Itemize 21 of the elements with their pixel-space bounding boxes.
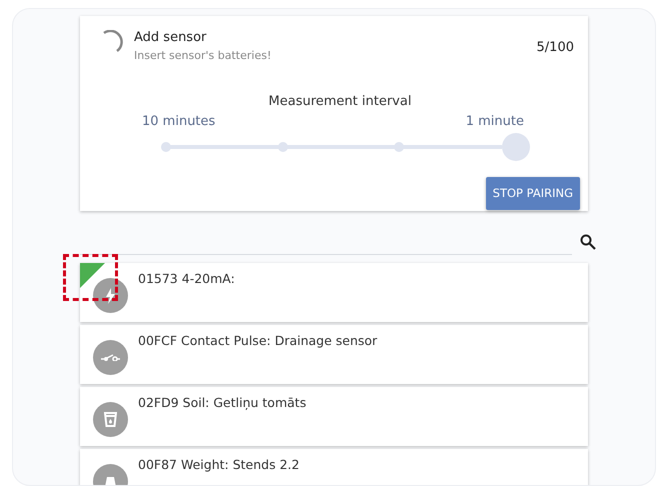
stop-pairing-button[interactable]: STOP PAIRING	[486, 177, 580, 210]
sensor-label: 01573 4-20mA:	[138, 270, 235, 286]
sensor-row[interactable]: 01573 4-20mA:	[80, 263, 588, 322]
slider-min-label: 10 minutes	[142, 112, 216, 130]
sensor-label: 00F87 Weight: Stends 2.2	[138, 456, 300, 472]
lightning-icon	[106, 288, 115, 304]
search-icon[interactable]	[580, 234, 596, 250]
sensor-row[interactable]: 00F87 Weight: Stends 2.2	[80, 449, 588, 485]
sensor-label: 00FCF Contact Pulse: Drainage sensor	[138, 332, 378, 348]
sensor-row[interactable]: 00FCF Contact Pulse: Drainage sensor	[80, 325, 588, 384]
switch-icon	[101, 354, 120, 361]
slider-thumb[interactable]	[502, 133, 530, 161]
sensor-count: 5/100	[536, 39, 574, 57]
pairing-title: Add sensor	[134, 29, 208, 47]
pot-icon	[104, 412, 117, 427]
sensor-label: 02FD9 Soil: Getliņu tomāts	[138, 394, 306, 410]
slider-track[interactable]	[161, 142, 502, 152]
pairing-hint: Insert sensor's batteries!	[134, 48, 272, 64]
slider-max-label: 1 minute	[466, 112, 524, 130]
interval-label: Measurement interval	[268, 93, 412, 111]
sensor-row[interactable]: 02FD9 Soil: Getliņu tomāts	[80, 387, 588, 446]
